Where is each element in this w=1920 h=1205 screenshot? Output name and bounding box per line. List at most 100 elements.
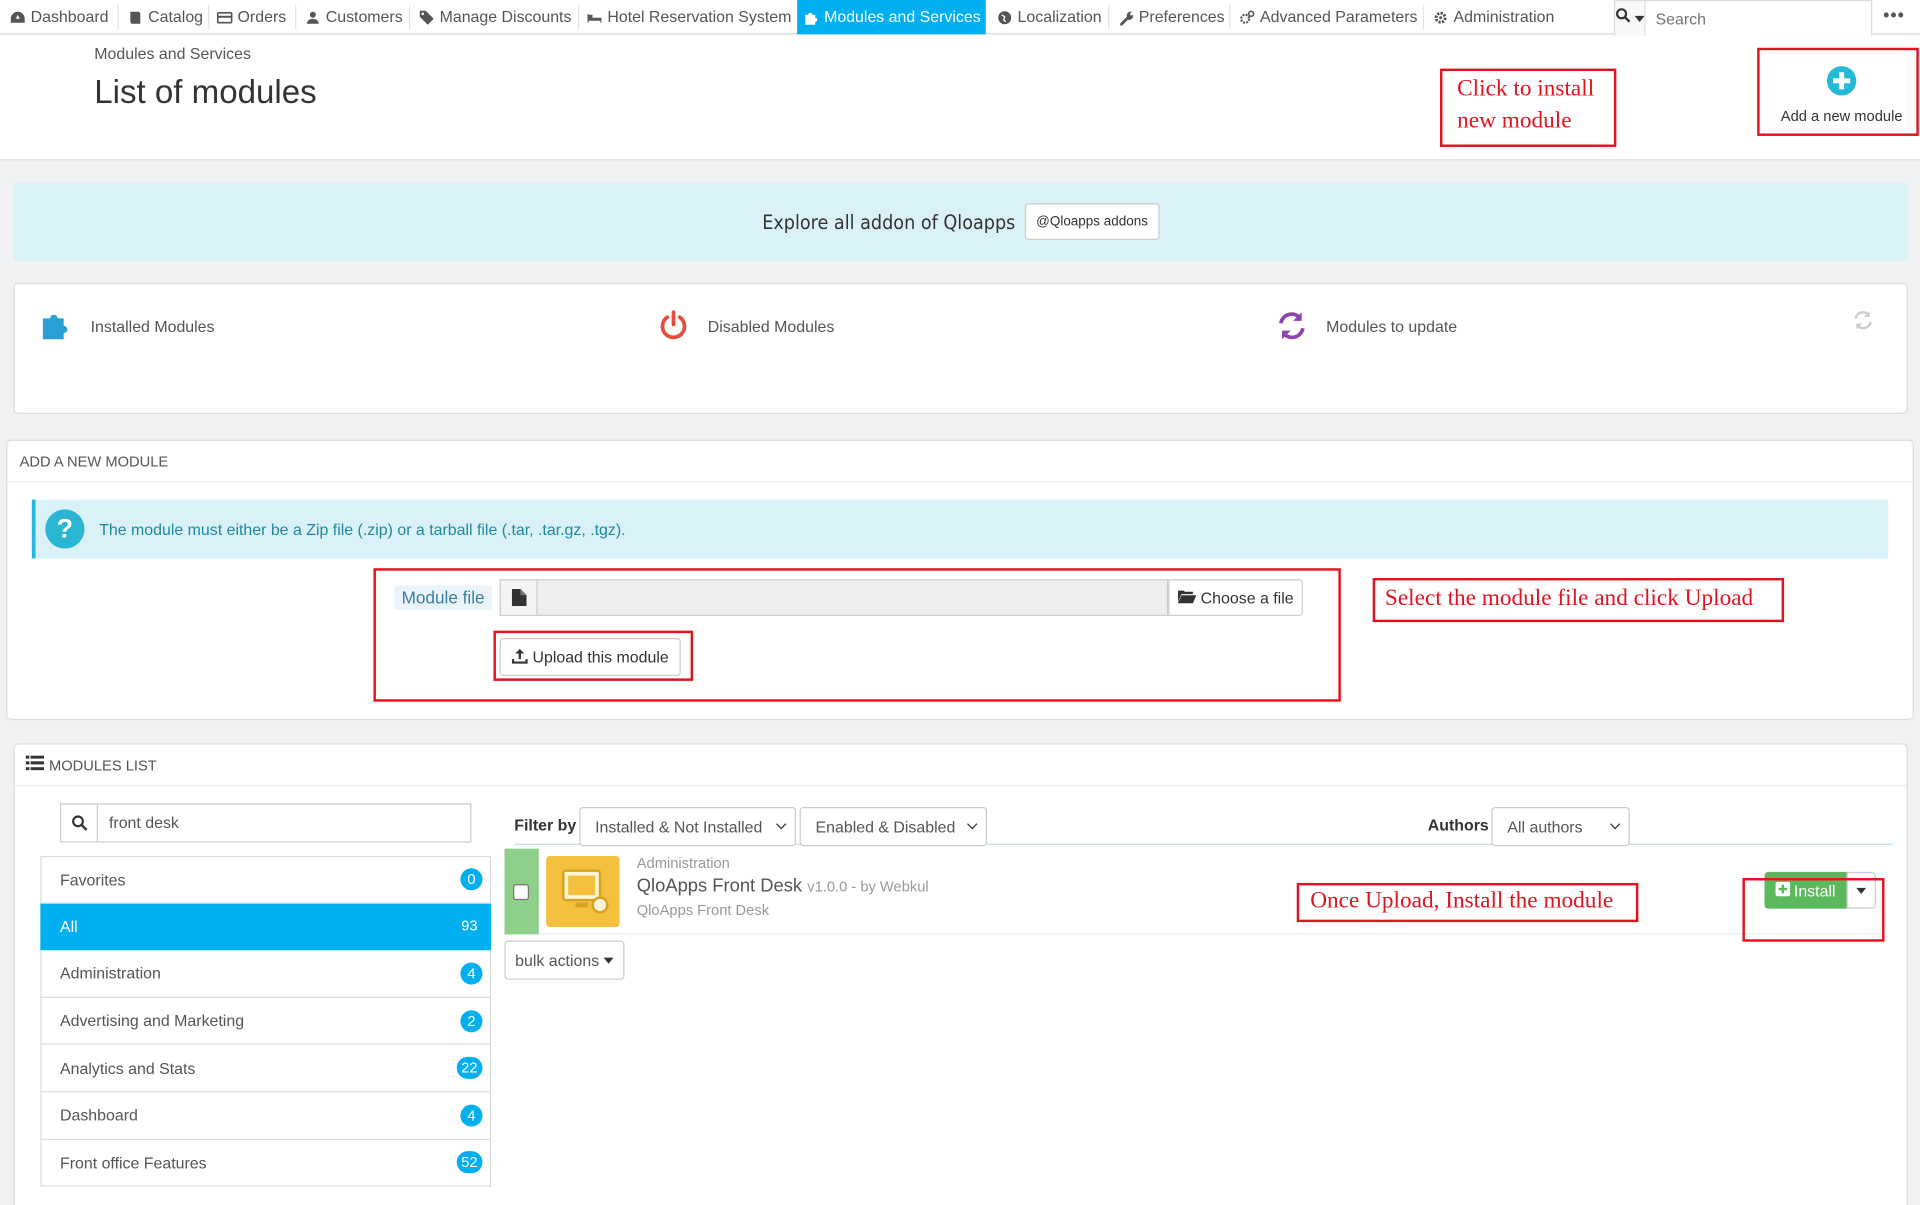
gear-icon bbox=[1433, 9, 1449, 25]
nav-manage-discounts-label: Manage Discounts bbox=[439, 7, 572, 26]
category-count-badge: 2 bbox=[460, 1009, 483, 1032]
module-description: QloApps Front Desk bbox=[636, 901, 770, 919]
chevron-down-icon bbox=[776, 818, 787, 830]
power-icon bbox=[656, 309, 690, 343]
filter-by-label: Filter by bbox=[514, 815, 577, 834]
search-icon bbox=[1615, 7, 1631, 29]
bulk-actions-button[interactable]: bulk actions bbox=[504, 940, 625, 980]
nav-customers[interactable]: Customers bbox=[299, 0, 409, 34]
nav-hotel-reservation[interactable]: Hotel Reservation System bbox=[580, 0, 797, 34]
bulk-actions-label: bulk actions bbox=[515, 950, 600, 970]
breadcrumb[interactable]: Modules and Services bbox=[94, 44, 251, 62]
filter-bar: Filter by Installed & Not Installed Enab… bbox=[514, 801, 1894, 847]
module-format-info-text: The module must either be a Zip file (.z… bbox=[99, 519, 626, 539]
explore-addons-banner: Explore all addon of Qloapps @Qloapps ad… bbox=[13, 182, 1908, 261]
installed-modules-label: Installed Modules bbox=[90, 316, 215, 335]
caret-down-icon bbox=[604, 957, 614, 964]
install-status-value: Installed & Not Installed bbox=[595, 817, 763, 836]
modules-to-update-stat[interactable]: Modules to update bbox=[1275, 309, 1457, 343]
nav-customers-label: Customers bbox=[325, 7, 403, 26]
authors-select[interactable]: All authors bbox=[1491, 807, 1630, 847]
category-analytics-stats[interactable]: Analytics and Stats 22 bbox=[40, 1045, 492, 1093]
category-label: Dashboard bbox=[60, 1106, 138, 1125]
nav-preferences-label: Preferences bbox=[1138, 7, 1225, 26]
module-name-text: QloApps Front Desk bbox=[636, 875, 803, 897]
module-logo bbox=[546, 855, 620, 928]
category-label: All bbox=[60, 917, 78, 936]
nav-catalog-label: Catalog bbox=[148, 7, 204, 26]
more-menu-button[interactable]: ••• bbox=[1883, 5, 1905, 25]
refresh-stats-icon[interactable] bbox=[1851, 309, 1874, 338]
category-label: Favorites bbox=[60, 870, 126, 889]
qloapps-addons-button[interactable]: @Qloapps addons bbox=[1025, 203, 1159, 241]
authors-label: Authors bbox=[1427, 815, 1489, 834]
nav-manage-discounts[interactable]: Manage Discounts bbox=[413, 0, 578, 34]
category-count-badge: 22 bbox=[456, 1057, 483, 1080]
nav-dashboard-label: Dashboard bbox=[30, 7, 109, 26]
nav-administration[interactable]: Administration bbox=[1427, 0, 1561, 34]
search-box bbox=[1613, 0, 1873, 37]
nav-modules-services[interactable]: Modules and Services bbox=[797, 0, 986, 35]
chevron-down-icon bbox=[1609, 818, 1621, 830]
nav-orders-label: Orders bbox=[237, 7, 287, 26]
modules-list-heading: MODULES LIST bbox=[14, 745, 1907, 787]
modules-list-panel: MODULES LIST front desk Favorites 0 All 93… bbox=[13, 743, 1908, 1205]
annotation-add-module-box bbox=[1757, 47, 1919, 136]
enabled-status-value: Enabled & Disabled bbox=[815, 817, 956, 836]
annotation-once-upload: Once Upload, Install the module bbox=[1310, 887, 1614, 914]
category-label: Administration bbox=[60, 964, 161, 983]
explore-text: Explore all addon of Qloapps bbox=[762, 210, 1016, 234]
category-front-office-features[interactable]: Front office Features 52 bbox=[40, 1139, 492, 1187]
category-advertising-marketing[interactable]: Advertising and Marketing 2 bbox=[40, 997, 492, 1046]
add-new-module-heading: ADD A NEW MODULE bbox=[7, 441, 1913, 483]
dashboard-icon bbox=[10, 9, 26, 25]
search-dropdown-button[interactable] bbox=[1613, 0, 1646, 37]
module-stats-panel: Installed Modules Disabled Modules Modul… bbox=[13, 282, 1908, 414]
cogs-icon bbox=[1239, 9, 1255, 25]
module-search-input[interactable]: front desk bbox=[98, 805, 470, 842]
disabled-modules-stat[interactable]: Disabled Modules bbox=[656, 309, 834, 343]
category-search: front desk bbox=[60, 803, 472, 843]
module-category: Administration bbox=[636, 854, 730, 872]
globe-icon bbox=[997, 9, 1013, 25]
category-label: Front office Features bbox=[60, 1153, 207, 1172]
installed-modules-stat[interactable]: Installed Modules bbox=[39, 309, 214, 343]
chevron-down-icon bbox=[967, 818, 978, 830]
enabled-status-select[interactable]: Enabled & Disabled bbox=[799, 807, 987, 847]
category-label: Analytics and Stats bbox=[60, 1058, 196, 1078]
annotation-click-install: Click to install new module bbox=[1457, 75, 1595, 134]
category-favorites[interactable]: Favorites 0 bbox=[40, 855, 492, 904]
install-status-select[interactable]: Installed & Not Installed bbox=[579, 807, 796, 847]
nav-dashboard[interactable]: Dashboard bbox=[4, 0, 115, 34]
caret-down-icon bbox=[1634, 15, 1645, 22]
authors-value: All authors bbox=[1507, 817, 1583, 836]
puzzle-icon bbox=[39, 309, 73, 343]
top-navigation: Dashboard Catalog Orders Customers Manag… bbox=[0, 0, 1920, 37]
nav-preferences[interactable]: Preferences bbox=[1112, 0, 1231, 34]
category-administration[interactable]: Administration 4 bbox=[40, 950, 492, 998]
nav-orders[interactable]: Orders bbox=[211, 0, 293, 34]
nav-hotel-reservation-label: Hotel Reservation System bbox=[607, 7, 792, 26]
search-input[interactable] bbox=[1645, 0, 1873, 37]
credit-card-icon bbox=[216, 9, 233, 25]
nav-administration-label: Administration bbox=[1453, 7, 1555, 26]
category-all[interactable]: All 93 bbox=[40, 903, 492, 951]
users-icon bbox=[305, 9, 321, 25]
module-checkbox[interactable] bbox=[513, 884, 529, 901]
module-format-info: ? The module must either be a Zip file (… bbox=[31, 499, 1889, 559]
category-count-badge: 4 bbox=[460, 1104, 483, 1127]
modules-to-update-label: Modules to update bbox=[1326, 316, 1458, 335]
annotation-install-button-box bbox=[1742, 878, 1885, 942]
nav-localization[interactable]: Localization bbox=[991, 0, 1108, 34]
category-count-badge: 0 bbox=[460, 868, 483, 891]
nav-catalog[interactable]: Catalog bbox=[121, 0, 209, 34]
category-count-badge: 4 bbox=[460, 962, 483, 985]
nav-localization-label: Localization bbox=[1017, 7, 1102, 26]
book-icon bbox=[127, 9, 143, 25]
puzzle-icon bbox=[803, 9, 819, 25]
category-dashboard[interactable]: Dashboard 4 bbox=[40, 1092, 492, 1140]
nav-advanced-parameters[interactable]: Advanced Parameters bbox=[1233, 0, 1424, 34]
category-count-badge: 52 bbox=[456, 1151, 483, 1174]
disabled-modules-label: Disabled Modules bbox=[707, 316, 835, 335]
annotation-upload-button-box bbox=[493, 630, 694, 681]
